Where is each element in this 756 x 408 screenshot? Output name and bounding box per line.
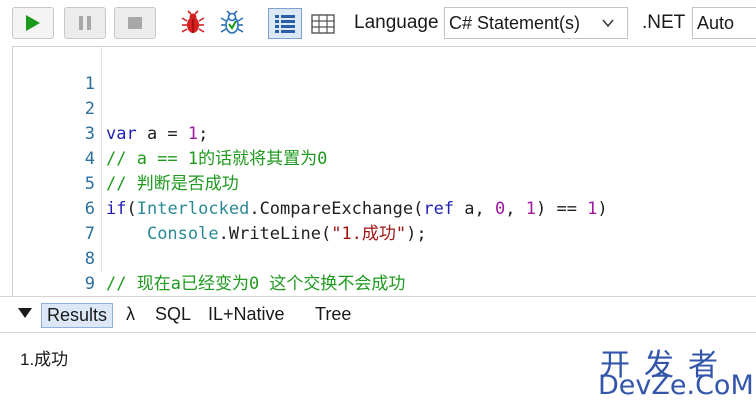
chevron-down-icon xyxy=(602,19,614,28)
run-button[interactable] xyxy=(12,7,54,39)
rows-layout-button[interactable] xyxy=(268,8,302,39)
framework-label: .NET xyxy=(642,12,686,33)
code-line: 5 Console.WriteLine("1.成功"); xyxy=(13,147,756,244)
code-line: 3 // 判断是否成功 xyxy=(13,97,756,194)
grid-layout-button[interactable] xyxy=(306,8,340,39)
results-tab-bar: Results λ SQL IL+Native Tree xyxy=(0,296,756,332)
bug-icon xyxy=(181,10,205,33)
language-label: Language xyxy=(354,12,439,33)
tab-sql[interactable]: SQL xyxy=(150,303,196,328)
tab-tree[interactable]: Tree xyxy=(310,303,356,328)
tab-results[interactable]: Results xyxy=(41,303,114,328)
code-line: 8 if(Interlocked.CompareExchange(ref a, … xyxy=(13,222,756,319)
code-comment: // 现在a已经变为0 这个交换不会成功 xyxy=(106,274,406,294)
code-line: 1 var a = 1; xyxy=(13,47,756,144)
toolbar: Language C# Statement(s) .NET Auto xyxy=(0,0,756,46)
output-text: 1.成功 xyxy=(20,350,69,369)
pause-icon xyxy=(79,16,91,30)
collapse-arrow-icon[interactable] xyxy=(18,308,32,318)
watermark-latin: DevZe.CoM xyxy=(598,370,754,401)
grid-layout-icon xyxy=(311,13,335,34)
tab-il-native[interactable]: IL+Native xyxy=(203,303,290,328)
rows-layout-icon xyxy=(275,14,295,33)
tab-lambda[interactable]: λ xyxy=(121,303,140,328)
code-line: 2 // a == 1的话就将其置为0 xyxy=(13,72,756,169)
bug-icon xyxy=(220,10,244,34)
code-line: 4 if(Interlocked.CompareExchange(ref a, … xyxy=(13,122,756,219)
language-select-value: C# Statement(s) xyxy=(449,12,581,33)
language-select[interactable]: C# Statement(s) xyxy=(444,7,628,39)
play-icon xyxy=(26,15,40,31)
code-line: 7 // 现在a已经变为0 这个交换不会成功 xyxy=(13,197,756,294)
code-line: 6 xyxy=(13,172,756,219)
stop-icon xyxy=(128,17,142,29)
debug-step-button[interactable] xyxy=(217,8,247,38)
stop-button[interactable] xyxy=(114,7,156,39)
framework-select-value: Auto xyxy=(697,12,735,33)
framework-select[interactable]: Auto xyxy=(692,7,756,39)
code-editor[interactable]: 1 var a = 1; 2 // a == 1的话就将其置为0 3 // 判断… xyxy=(12,46,756,344)
code-line: 9 Console.WriteLine("2.成功"); xyxy=(13,247,756,344)
debug-button[interactable] xyxy=(178,8,208,38)
line-number: 9 xyxy=(84,274,95,294)
pause-button[interactable] xyxy=(64,7,106,39)
